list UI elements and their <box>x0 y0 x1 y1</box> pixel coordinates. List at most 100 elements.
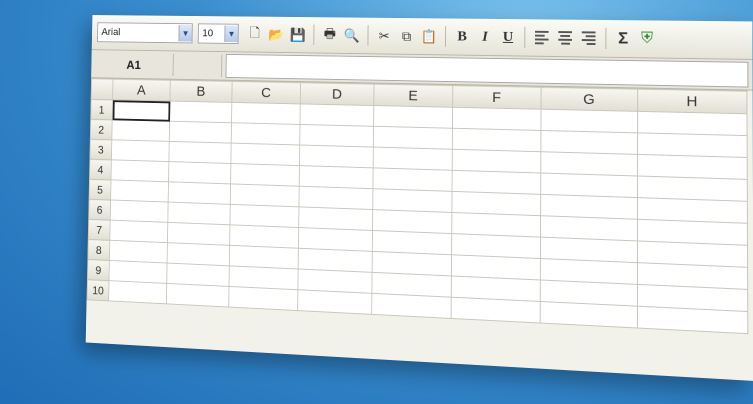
column-header[interactable]: B <box>170 80 232 102</box>
grid-cell[interactable] <box>109 240 167 263</box>
row-header[interactable]: 4 <box>89 159 111 180</box>
grid-cell[interactable] <box>372 293 452 318</box>
print-icon[interactable]: 🖶 <box>321 25 340 46</box>
align-right-icon[interactable] <box>579 27 599 48</box>
grid-cell[interactable] <box>168 202 230 225</box>
grid-cell[interactable] <box>637 306 747 333</box>
grid-cell[interactable] <box>299 186 373 209</box>
align-center-icon[interactable] <box>555 27 575 48</box>
grid-cell[interactable] <box>452 170 541 194</box>
select-all-corner[interactable] <box>91 79 113 100</box>
grid-cell[interactable] <box>111 140 169 162</box>
grid-cell[interactable] <box>298 290 372 315</box>
grid-cell[interactable] <box>540 301 637 328</box>
grid-cell[interactable] <box>168 182 230 205</box>
grid-cell[interactable] <box>638 133 748 158</box>
grid-cell[interactable] <box>169 141 231 163</box>
grid-cell[interactable] <box>299 145 373 168</box>
grid-cell[interactable] <box>112 100 170 121</box>
grid-cell[interactable] <box>452 149 541 173</box>
grid-cell[interactable] <box>451 297 540 323</box>
row-header[interactable]: 7 <box>88 219 110 240</box>
font-size-select[interactable]: 10 ▼ <box>198 23 239 44</box>
grid-cell[interactable] <box>231 163 300 186</box>
row-header[interactable]: 9 <box>87 259 109 280</box>
grid-cell[interactable] <box>373 126 452 149</box>
font-name-value: Arial <box>98 27 179 39</box>
row-header[interactable]: 8 <box>88 239 110 260</box>
grid-cell[interactable] <box>110 200 168 222</box>
column-header[interactable]: H <box>638 89 747 114</box>
row-header[interactable]: 2 <box>90 119 112 140</box>
chevron-down-icon[interactable]: ▼ <box>224 25 238 42</box>
grid-cell[interactable] <box>638 111 748 135</box>
column-header[interactable]: G <box>541 87 638 111</box>
column-header[interactable]: E <box>374 84 453 107</box>
grid-cell[interactable] <box>373 189 452 213</box>
grid-cell[interactable] <box>169 162 231 184</box>
grid-cell[interactable] <box>300 124 374 147</box>
grid-cell[interactable] <box>373 168 452 191</box>
toolbar-separator <box>367 25 368 46</box>
chart-wizard-icon[interactable]: ⛨ <box>637 28 657 50</box>
name-box[interactable]: A1 <box>95 53 174 76</box>
open-folder-icon[interactable]: 📂 <box>267 24 285 45</box>
grid-cell[interactable] <box>541 109 638 133</box>
font-name-select[interactable]: Arial ▼ <box>97 22 193 43</box>
grid-cell[interactable] <box>299 207 373 231</box>
toolbar-separator <box>445 26 446 47</box>
grid-cell[interactable] <box>231 123 300 145</box>
grid-cell[interactable] <box>230 204 299 227</box>
grid-cell[interactable] <box>229 286 298 310</box>
grid-cell[interactable] <box>541 130 638 154</box>
grid-cell[interactable] <box>452 128 541 151</box>
row-header[interactable]: 5 <box>89 179 111 200</box>
font-size-value: 10 <box>199 28 225 39</box>
new-document-icon[interactable]: 🗋 <box>246 24 264 44</box>
save-icon[interactable]: 💾 <box>289 24 307 45</box>
grid-cell[interactable] <box>166 283 229 307</box>
grid-cell[interactable] <box>231 143 300 165</box>
paste-icon[interactable]: 📋 <box>420 26 439 47</box>
chevron-down-icon[interactable]: ▼ <box>178 25 191 42</box>
grid-cell[interactable] <box>374 106 453 129</box>
grid-cell[interactable] <box>167 243 230 266</box>
grid-cell[interactable] <box>300 104 374 126</box>
grid-cell[interactable] <box>230 225 299 248</box>
grid-cell[interactable] <box>111 160 169 182</box>
bold-button[interactable]: B <box>453 26 472 47</box>
row-header[interactable]: 6 <box>89 199 111 220</box>
autosum-button[interactable]: Σ <box>613 28 633 50</box>
grid-cell[interactable] <box>111 180 169 202</box>
cut-icon[interactable]: ✂ <box>375 25 394 46</box>
grid-cell[interactable] <box>112 120 170 142</box>
underline-button[interactable]: U <box>498 27 517 48</box>
align-left-icon[interactable] <box>532 27 551 48</box>
row-header[interactable]: 10 <box>87 280 109 301</box>
row-header[interactable]: 3 <box>90 139 112 160</box>
grid-cell[interactable] <box>169 121 231 143</box>
grid-cell[interactable] <box>109 260 167 283</box>
grid-cell[interactable] <box>452 107 541 130</box>
grid-cell[interactable] <box>110 220 168 243</box>
grid-cell[interactable] <box>299 166 373 189</box>
spreadsheet-table: ABCDEFGH 1 2 3 4 5 6 7 8 9 10 <box>87 78 749 334</box>
grid-cell[interactable] <box>541 152 638 176</box>
grid-cell[interactable] <box>230 184 299 207</box>
toolbar-separator <box>605 28 606 49</box>
grid-cell[interactable] <box>109 281 167 304</box>
column-header[interactable]: F <box>453 85 541 109</box>
grid-cell[interactable] <box>232 102 301 124</box>
italic-button[interactable]: I <box>475 26 494 47</box>
print-preview-icon[interactable]: 🔍 <box>343 25 362 46</box>
toolbar-separator <box>524 27 525 48</box>
cell-grid: ABCDEFGH 1 2 3 4 5 6 7 8 9 10 <box>87 78 753 334</box>
grid-cell[interactable] <box>167 222 229 245</box>
grid-cell[interactable] <box>170 101 232 123</box>
copy-icon[interactable]: ⧉ <box>397 26 416 47</box>
row-header[interactable]: 1 <box>91 99 113 119</box>
column-header[interactable]: C <box>232 81 301 104</box>
column-header[interactable]: D <box>300 83 374 106</box>
grid-cell[interactable] <box>373 147 452 170</box>
column-header[interactable]: A <box>113 79 171 101</box>
